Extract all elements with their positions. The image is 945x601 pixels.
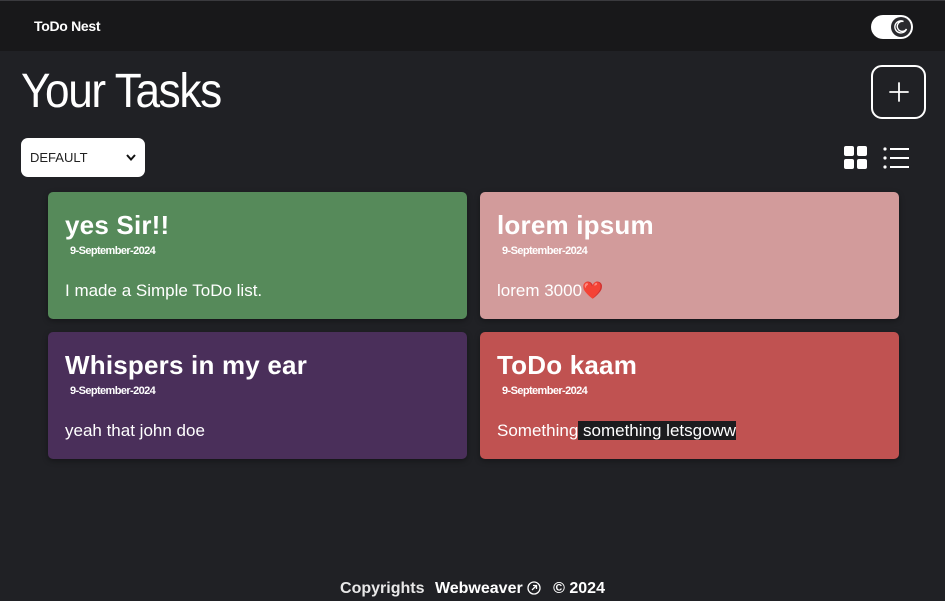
- task-description: lorem 3000❤️: [497, 281, 603, 301]
- task-description: Something something letsgoww: [497, 421, 737, 441]
- task-date: 9-September-2024: [70, 245, 156, 257]
- theme-toggle[interactable]: [871, 15, 913, 39]
- page-title: Your Tasks: [21, 65, 222, 118]
- footer-author-link[interactable]: Webweaver: [435, 580, 541, 597]
- task-card[interactable]: lorem ipsum 9-September-2024 lorem 3000❤…: [480, 192, 899, 319]
- task-title: lorem ipsum: [497, 210, 654, 240]
- footer-year: © 2024: [553, 580, 605, 597]
- task-title: yes Sir!!: [65, 210, 170, 240]
- task-card[interactable]: ToDo kaam 9-September-2024 Something som…: [480, 332, 899, 459]
- selected-text-highlight: something letsgoww: [578, 421, 737, 440]
- external-link-icon: [527, 581, 541, 595]
- task-card[interactable]: yes Sir!! 9-September-2024 I made a Simp…: [48, 192, 467, 319]
- footer-author-name: Webweaver: [434, 580, 523, 597]
- add-task-button[interactable]: [871, 65, 926, 119]
- footer: Copyrights Webweaver © 2024: [0, 580, 945, 598]
- task-date: 9-September-2024: [502, 385, 588, 397]
- footer-copyright-label: Copyrights: [340, 580, 425, 597]
- task-description: I made a Simple ToDo list.: [65, 281, 263, 300]
- navbar: ToDo Nest: [0, 0, 945, 51]
- task-description-text: lorem 3000: [497, 281, 583, 300]
- chevron-down-icon: [126, 154, 136, 161]
- task-card[interactable]: Whispers in my ear 9-September-2024 yeah…: [48, 332, 467, 459]
- list-view-icon[interactable]: [882, 146, 910, 170]
- grid-view-icon[interactable]: [843, 145, 868, 170]
- sort-select[interactable]: DEFAULT: [21, 138, 145, 177]
- app-brand[interactable]: ToDo Nest: [34, 18, 101, 34]
- heart-emoji-icon: ❤️: [582, 281, 604, 300]
- moon-icon: [891, 17, 911, 37]
- task-date: 9-September-2024: [502, 245, 588, 257]
- task-title: Whispers in my ear: [65, 350, 308, 380]
- task-title: ToDo kaam: [497, 350, 638, 380]
- task-date: 9-September-2024: [70, 385, 156, 397]
- plus-icon: [888, 82, 909, 102]
- task-description-text: Something: [497, 421, 579, 440]
- task-description: yeah that john doe: [65, 421, 205, 440]
- sort-selected-value: DEFAULT: [30, 150, 88, 165]
